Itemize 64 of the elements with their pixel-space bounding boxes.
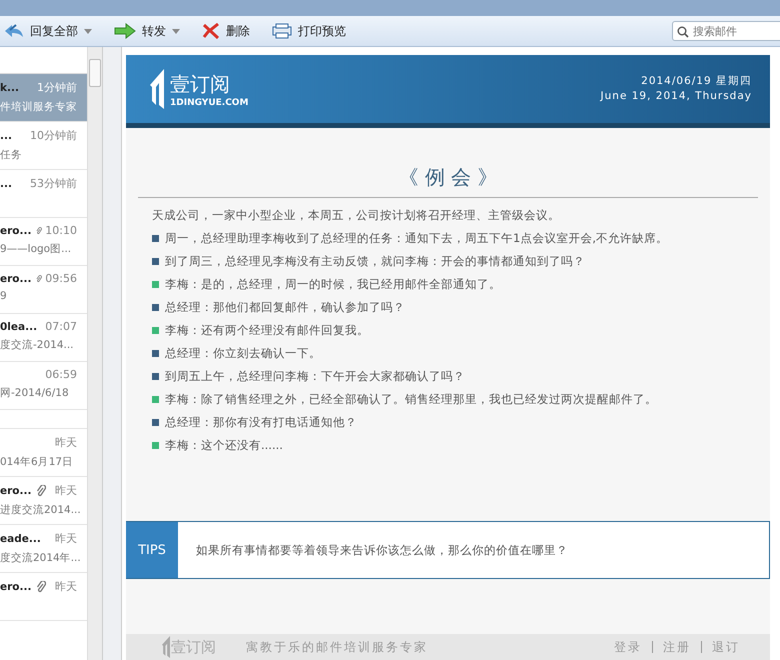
- right-arrow-icon: [114, 23, 136, 39]
- mail-time: 昨天: [55, 435, 77, 450]
- mail-time: 06:59: [45, 368, 77, 381]
- scrollbar-thumb[interactable]: [89, 59, 101, 87]
- mail-preview: 网-2014/6/18: [0, 386, 70, 400]
- mail-time: 07:07: [45, 320, 77, 333]
- mail-sender: ero...: [0, 580, 32, 592]
- mail-sender: ero...: [0, 224, 32, 236]
- mail-preview: 度交流-2014...: [0, 338, 75, 352]
- mail-time: 昨天: [55, 483, 77, 498]
- dialogue-line: 李梅：除了销售经理之外，已经全部确认了。销售经理那里，我也已经发过两次提醒邮件了。: [165, 392, 657, 407]
- dialogue-line: 李梅：是的，总经理，周一的时候，我已经用邮件全部通知了。: [165, 277, 501, 292]
- footer-logo-text: 壹订阅: [171, 638, 216, 656]
- mail-time: 昨天: [55, 579, 77, 594]
- mail-sender: 0lea...: [0, 320, 38, 332]
- mail-sender: ...: [0, 130, 12, 142]
- dialogue-line: 到周五上午，总经理问李梅：下午开会大家都确认了吗？: [165, 369, 465, 384]
- print-button[interactable]: 打印预览: [268, 20, 350, 42]
- date-chinese: 2014/06/19 星期四: [641, 74, 752, 89]
- mail-time: 10:10: [45, 224, 77, 237]
- scrollbar[interactable]: [87, 47, 102, 660]
- mail-item[interactable]: k... 1分钟前 件培训服务专家: [0, 74, 87, 122]
- mail-sender: ero...: [0, 272, 32, 284]
- dialogue-line: 总经理：那你有没有打电话通知他？: [165, 415, 357, 430]
- dialogue-line: 周一，总经理助理李梅收到了总经理的任务：通知下去，周五下午1点会议室开会,不允许缺席。: [165, 231, 668, 246]
- mail-time: 昨天: [55, 531, 77, 546]
- logo-icon: [150, 69, 164, 109]
- intro-paragraph: 天成公司，一家中小型企业，本周五，公司按计划将召开经理、主管级会议。: [152, 208, 561, 223]
- printer-icon: [272, 23, 292, 39]
- date-english: June 19, 2014, Thursday: [600, 89, 752, 104]
- mail-sender: ...: [0, 178, 12, 190]
- tips-text: 如果所有事情都要等着领导来告诉你该怎么做，那么你的价值在哪里？: [195, 542, 568, 558]
- pane-splitter[interactable]: [103, 47, 122, 660]
- dialogue-line: 总经理：那他们都回复邮件，确认参加了吗？: [165, 300, 405, 315]
- delete-icon: [202, 23, 220, 39]
- mail-sender: ero...: [0, 484, 32, 496]
- forward-button[interactable]: 转发: [110, 20, 184, 42]
- mail-preview: 任务: [0, 148, 23, 162]
- mail-preview: 9——logo图...: [0, 242, 72, 256]
- search-field[interactable]: 搜索邮件: [672, 21, 780, 41]
- mail-preview: 件培训服务专家: [0, 100, 78, 114]
- mail-preview: 度交流2014年...: [0, 551, 82, 565]
- mail-preview: 进度交流2014...: [0, 503, 82, 517]
- reply-all-button[interactable]: 回复全部: [0, 20, 96, 42]
- delete-button[interactable]: 删除: [198, 20, 254, 42]
- logo-domain: 1DINGYUE.COM: [170, 98, 248, 108]
- mail-time: 10分钟前: [30, 128, 77, 143]
- mail-time: 53分钟前: [30, 176, 77, 191]
- dialogue-line: 李梅：这个还没有......: [165, 438, 283, 453]
- mail-time: 09:56: [45, 272, 77, 285]
- mail-sender: eade...: [0, 532, 41, 544]
- dialogue-line: 到了周三，总经理见李梅没有主动反馈，就问李梅：开会的事情都通知到了吗？: [165, 254, 585, 269]
- tips-label: TIPS: [126, 522, 178, 578]
- dialogue-line: 总经理：你立刻去确认一下。: [165, 346, 321, 361]
- footer-slogan: 寓教于乐的邮件培训服务专家: [246, 638, 428, 656]
- dialogue-line: 李梅：还有两个经理没有邮件回复我。: [165, 323, 369, 338]
- email-title: 《 例 会 》: [397, 164, 499, 191]
- mail-sender: k...: [0, 82, 19, 94]
- mail-time: 1分钟前: [37, 80, 77, 95]
- logo-text: 壹订阅: [170, 70, 231, 98]
- logo-icon: [162, 636, 170, 658]
- mail-preview: 014年6月17日: [0, 455, 74, 469]
- reply-all-icon: [4, 23, 24, 39]
- mail-preview: 9: [0, 290, 8, 302]
